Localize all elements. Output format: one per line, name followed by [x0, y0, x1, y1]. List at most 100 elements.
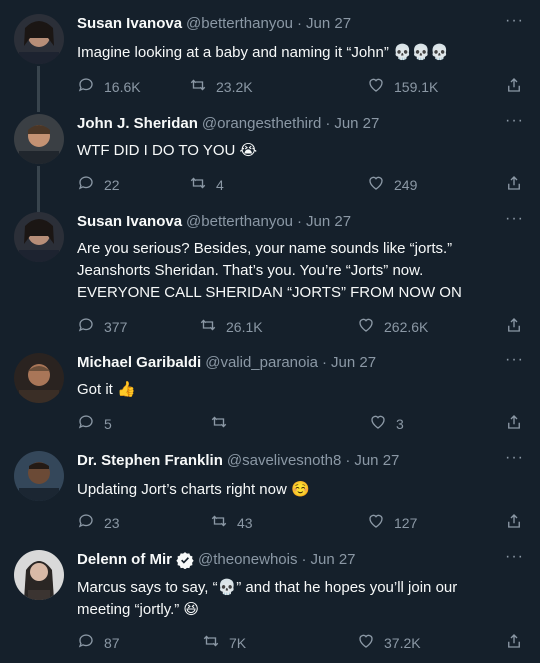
reply-button[interactable]: 16.6K [77, 76, 141, 97]
timestamp[interactable]: Jun 27 [306, 212, 351, 232]
action-bar: 16.6K 23.2K 159.1K [77, 76, 525, 96]
like-button[interactable]: 249 [367, 174, 417, 195]
like-button[interactable]: 3 [369, 413, 404, 434]
share-icon [505, 316, 523, 337]
reply-button[interactable]: 5 [77, 413, 112, 434]
handle[interactable]: @betterthanyou [186, 212, 293, 232]
retweet-count: 7K [229, 634, 247, 651]
reply-icon [77, 632, 95, 653]
display-name[interactable]: Susan Ivanova [77, 212, 182, 232]
retweet-count: 23.2K [216, 78, 253, 95]
display-name[interactable]: John J. Sheridan [77, 114, 198, 134]
like-icon [369, 413, 387, 434]
timestamp[interactable]: Jun 27 [310, 550, 355, 570]
retweet-button[interactable]: 43 [210, 512, 253, 533]
display-name[interactable]: Michael Garibaldi [77, 353, 201, 373]
share-button[interactable] [505, 512, 523, 533]
reply-icon [77, 76, 95, 97]
separator-dot: · [325, 115, 331, 132]
handle[interactable]: @orangesthethird [202, 114, 321, 134]
reply-icon [77, 316, 95, 337]
action-bar: 23 43 127 [77, 512, 525, 532]
share-icon [505, 174, 523, 195]
tweet-text: Imagine looking at a baby and naming it … [77, 44, 450, 61]
tweet-text: WTF DID I DO TO YOU 😭 [77, 142, 258, 159]
more-icon[interactable]: ··· [505, 112, 524, 130]
tweet-header: Dr. Stephen Franklin @savelivesnoth8 · J… [77, 451, 500, 471]
avatar[interactable] [14, 14, 64, 64]
like-icon [357, 316, 375, 337]
avatar[interactable] [14, 451, 64, 501]
more-icon[interactable]: ··· [505, 210, 524, 228]
tweet-header: Susan Ivanova @betterthanyou · Jun 27 [77, 14, 500, 34]
tweet-text: Marcus says to say, “💀” and that he hope… [77, 579, 458, 618]
reply-icon [77, 174, 95, 195]
retweet-icon [210, 512, 228, 533]
reply-count: 87 [104, 634, 120, 651]
retweet-button[interactable]: 26.1K [199, 316, 263, 337]
display-name[interactable]: Susan Ivanova [77, 14, 182, 34]
tweet-text: Are you serious? Besides, your name soun… [77, 240, 462, 301]
retweet-icon [189, 174, 207, 195]
avatar[interactable] [14, 550, 64, 600]
like-button[interactable]: 37.2K [357, 632, 421, 653]
tweet-header: Susan Ivanova @betterthanyou · Jun 27 [77, 212, 500, 232]
avatar[interactable] [14, 212, 64, 262]
retweet-count: 26.1K [226, 318, 263, 335]
reply-count: 23 [104, 514, 120, 531]
reply-button[interactable]: 22 [77, 174, 120, 195]
retweet-button[interactable]: 7K [202, 632, 246, 653]
avatar[interactable] [14, 114, 64, 164]
retweet-button[interactable]: 4 [189, 174, 224, 195]
retweet-icon [210, 413, 228, 434]
retweet-count: 43 [237, 514, 253, 531]
display-name[interactable]: Dr. Stephen Franklin [77, 451, 223, 471]
share-button[interactable] [505, 632, 523, 653]
reply-button[interactable]: 87 [77, 632, 120, 653]
timestamp[interactable]: Jun 27 [334, 114, 379, 134]
like-button[interactable]: 262.6K [357, 316, 428, 337]
handle[interactable]: @valid_paranoia [205, 353, 318, 373]
like-count: 3 [396, 415, 404, 432]
share-button[interactable] [505, 174, 523, 195]
more-icon[interactable]: ··· [505, 351, 524, 369]
separator-dot: · [297, 15, 303, 32]
share-icon [505, 413, 523, 434]
share-icon [505, 512, 523, 533]
reply-icon [77, 512, 95, 533]
share-button[interactable] [505, 316, 523, 337]
action-bar: 22 4 249 [77, 174, 525, 194]
like-button[interactable]: 159.1K [367, 76, 438, 97]
retweet-icon [189, 76, 207, 97]
reply-count: 22 [104, 176, 120, 193]
like-icon [357, 632, 375, 653]
tweet-text: Updating Jort’s charts right now ☺️ [77, 481, 310, 498]
handle[interactable]: @betterthanyou [186, 14, 293, 34]
retweet-button[interactable] [210, 413, 237, 434]
retweet-button[interactable]: 23.2K [189, 76, 253, 97]
reply-button[interactable]: 377 [77, 316, 127, 337]
more-icon[interactable]: ··· [505, 548, 524, 566]
share-button[interactable] [505, 413, 523, 434]
reply-count: 377 [104, 318, 128, 335]
reply-button[interactable]: 23 [77, 512, 120, 533]
display-name[interactable]: Delenn of Mir [77, 550, 172, 570]
tweet-header: Delenn of Mir @theonewhois · Jun 27 [77, 550, 500, 570]
share-button[interactable] [505, 76, 523, 97]
avatar[interactable] [14, 353, 64, 403]
like-count: 127 [394, 514, 418, 531]
like-count: 262.6K [384, 318, 429, 335]
retweet-icon [199, 316, 217, 337]
more-icon[interactable]: ··· [505, 449, 524, 467]
reply-count: 16.6K [104, 78, 141, 95]
like-button[interactable]: 127 [367, 512, 417, 533]
handle[interactable]: @theonewhois [198, 550, 297, 570]
separator-dot: · [345, 452, 351, 469]
timestamp[interactable]: Jun 27 [331, 353, 376, 373]
action-bar: 377 26.1K 262.6K [77, 316, 525, 336]
more-icon[interactable]: ··· [505, 12, 524, 30]
timestamp[interactable]: Jun 27 [306, 14, 351, 34]
thread-line [37, 66, 40, 112]
handle[interactable]: @savelivesnoth8 [227, 451, 341, 471]
timestamp[interactable]: Jun 27 [354, 451, 399, 471]
